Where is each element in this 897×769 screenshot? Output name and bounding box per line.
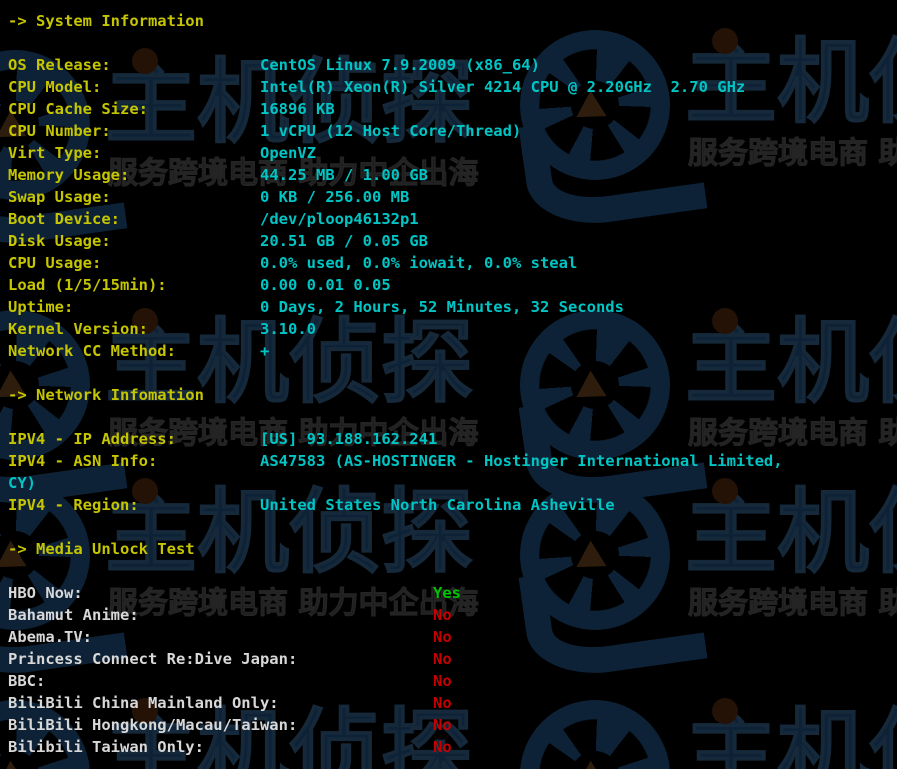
system-info-value: 44.25 MB / 1.00 GB: [260, 166, 428, 184]
media-unlock-row: BiliBili China Mainland Only: No: [0, 692, 897, 714]
media-unlock-status: No: [433, 716, 452, 734]
media-unlock-label: Bilibili Taiwan Only:: [8, 738, 204, 756]
system-info-value: 0 KB / 256.00 MB: [260, 188, 410, 206]
network-information-header: -> Network Infomation: [8, 386, 204, 404]
system-info-value: 0 Days, 2 Hours, 52 Minutes, 32 Seconds: [260, 298, 624, 316]
system-info-label: Kernel Version:: [8, 320, 148, 338]
network-region-value: United States North Carolina Asheville: [260, 496, 615, 514]
system-info-row: Swap Usage: 0 KB / 256.00 MB: [0, 186, 897, 208]
system-info-value: 16896 KB: [260, 100, 335, 118]
system-info-row: OS Release: CentOS Linux 7.9.2009 (x86_64…: [0, 54, 897, 76]
network-region-label: IPV4 - Region:: [8, 496, 139, 514]
network-info-label: IPV4 - ASN Info:: [8, 452, 158, 470]
system-info-label: Load (1/5/15min):: [8, 276, 167, 294]
network-info-row: IPV4 - IP Address: [US] 93.188.162.241: [0, 428, 897, 450]
system-info-row: Disk Usage: 20.51 GB / 0.05 GB: [0, 230, 897, 252]
system-info-label: Swap Usage:: [8, 188, 111, 206]
network-info-row: IPV4 - Region: United States North Caroli…: [0, 494, 897, 516]
system-info-label: Memory Usage:: [8, 166, 130, 184]
media-unlock-label: Princess Connect Re:Dive Japan:: [8, 650, 298, 668]
system-info-label: Boot Device:: [8, 210, 120, 228]
system-info-value: Intel(R) Xeon(R) Silver 4214 CPU @ 2.20G…: [260, 78, 746, 96]
system-info-label: Uptime:: [8, 298, 74, 316]
system-info-label: CPU Usage:: [8, 254, 102, 272]
terminal-text-layer: -> System Information OS Release: CentOS …: [0, 0, 897, 769]
media-unlock-status: No: [433, 606, 452, 624]
system-info-row: CPU Cache Size: 16896 KB: [0, 98, 897, 120]
media-unlock-status: No: [433, 650, 452, 668]
system-info-label: CPU Number:: [8, 122, 111, 140]
system-info-row: Memory Usage: 44.25 MB / 1.00 GB: [0, 164, 897, 186]
system-info-value: CentOS Linux 7.9.2009 (x86_64): [260, 56, 540, 74]
network-info-row: IPV4 - ASN Info: AS47583 (AS-HOSTINGER - …: [0, 450, 897, 472]
system-info-label: Network CC Method:: [8, 342, 176, 360]
network-asn-wrap: CY): [8, 474, 36, 492]
system-info-label: Virt Type:: [8, 144, 102, 162]
media-unlock-label: Bahamut Anime:: [8, 606, 139, 624]
system-info-row: Virt Type: OpenVZ: [0, 142, 897, 164]
system-info-value: 0.0% used, 0.0% iowait, 0.0% steal: [260, 254, 578, 272]
system-info-value: /dev/ploop46132p1: [260, 210, 419, 228]
network-info-value: [US] 93.188.162.241: [260, 430, 438, 448]
network-info-label: IPV4 - IP Address:: [8, 430, 176, 448]
system-information-header: -> System Information: [8, 12, 204, 30]
system-info-row: Boot Device: /dev/ploop46132p1: [0, 208, 897, 230]
network-info-value: AS47583 (AS-HOSTINGER - Hostinger Intern…: [260, 452, 783, 470]
system-info-value: 20.51 GB / 0.05 GB: [260, 232, 428, 250]
terminal-window: 主机侦探服务跨境电商 助力中企出海主机侦探服务跨境电商 助力中企出海主机侦探服务…: [0, 0, 897, 769]
media-unlock-row: Princess Connect Re:Dive Japan: No: [0, 648, 897, 670]
media-unlock-status: No: [433, 628, 452, 646]
system-info-row: CPU Model: Intel(R) Xeon(R) Silver 4214 C…: [0, 76, 897, 98]
media-unlock-status: No: [433, 672, 452, 690]
system-info-label: Disk Usage:: [8, 232, 111, 250]
system-info-row: CPU Number: 1 vCPU (12 Host Core/Thread): [0, 120, 897, 142]
media-unlock-label: BBC:: [8, 672, 46, 690]
media-unlock-row: BBC: No: [0, 670, 897, 692]
media-unlock-row: Bilibili Taiwan Only: No: [0, 736, 897, 758]
media-unlock-status: No: [433, 738, 452, 756]
system-info-label: CPU Model:: [8, 78, 102, 96]
media-unlock-label: BiliBili China Mainland Only:: [8, 694, 279, 712]
media-unlock-label: HBO Now:: [8, 584, 83, 602]
media-unlock-label: Abema.TV:: [8, 628, 92, 646]
system-info-row: Load (1/5/15min): 0.00 0.01 0.05: [0, 274, 897, 296]
media-unlock-status: No: [433, 694, 452, 712]
media-unlock-row: Bahamut Anime: No: [0, 604, 897, 626]
system-info-value: OpenVZ: [260, 144, 316, 162]
system-info-value: 0.00 0.01 0.05: [260, 276, 391, 294]
system-info-row: CPU Usage: 0.0% used, 0.0% iowait, 0.0% s…: [0, 252, 897, 274]
system-info-row: Network CC Method: +: [0, 340, 897, 362]
system-info-value: +: [260, 342, 270, 360]
system-info-row: Uptime: 0 Days, 2 Hours, 52 Minutes, 32 S…: [0, 296, 897, 318]
media-unlock-status: Yes: [433, 584, 461, 602]
system-info-value: 1 vCPU (12 Host Core/Thread): [260, 122, 522, 140]
system-info-label: OS Release:: [8, 56, 111, 74]
system-info-value: 3.10.0: [260, 320, 316, 338]
system-info-row: Kernel Version: 3.10.0: [0, 318, 897, 340]
media-unlock-row: HBO Now: Yes: [0, 582, 897, 604]
media-unlock-row: BiliBili Hongkong/Macau/Taiwan: No: [0, 714, 897, 736]
system-info-label: CPU Cache Size:: [8, 100, 148, 118]
media-unlock-test-header: -> Media Unlock Test: [8, 540, 195, 558]
media-unlock-label: BiliBili Hongkong/Macau/Taiwan:: [8, 716, 298, 734]
media-unlock-row: Abema.TV: No: [0, 626, 897, 648]
